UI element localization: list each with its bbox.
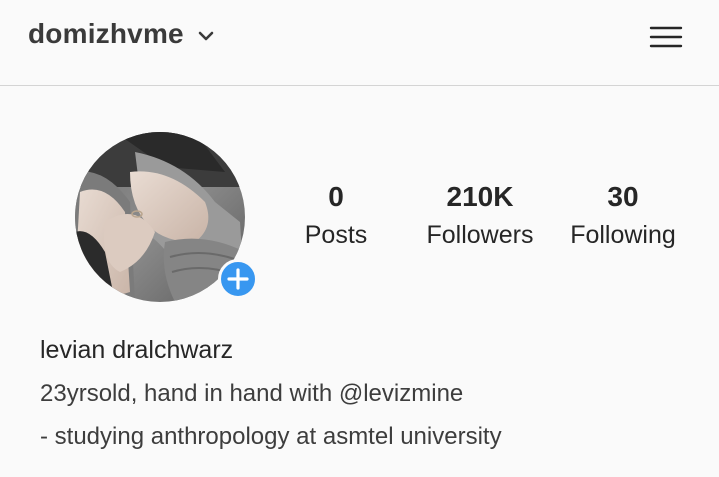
username: domizhvme bbox=[28, 18, 184, 49]
bio-line: 23yrsold, hand in hand with @levizmine bbox=[40, 380, 464, 407]
account-switcher[interactable]: domizhvme bbox=[28, 18, 214, 50]
stat-label: Followers bbox=[426, 221, 534, 249]
profile-bio: levian dralchwarz 23yrsold, hand in hand… bbox=[40, 334, 502, 452]
stat-label: Following bbox=[570, 221, 676, 249]
profile-stats: 0 Posts 210K Followers 30 Following bbox=[280, 180, 710, 260]
stat-label: Posts bbox=[304, 221, 368, 249]
menu-button[interactable] bbox=[646, 22, 686, 54]
stat-value: 210K bbox=[446, 181, 514, 212]
top-bar: domizhvme bbox=[0, 0, 719, 86]
stat-value: 30 bbox=[607, 181, 639, 212]
chevron-down-icon bbox=[198, 31, 214, 41]
profile-avatar-area bbox=[75, 132, 258, 302]
stat-following[interactable]: 30 Following bbox=[558, 180, 688, 251]
plus-icon bbox=[227, 268, 249, 290]
stat-posts[interactable]: 0 Posts bbox=[280, 180, 392, 251]
add-story-button[interactable] bbox=[218, 259, 258, 299]
stat-followers[interactable]: 210K Followers bbox=[415, 180, 545, 251]
profile-name: levian dralchwarz bbox=[40, 336, 234, 364]
bio-line: - studying anthropology at asmtel univer… bbox=[40, 423, 502, 450]
stat-value: 0 bbox=[328, 181, 344, 212]
hamburger-menu-icon bbox=[649, 26, 683, 48]
